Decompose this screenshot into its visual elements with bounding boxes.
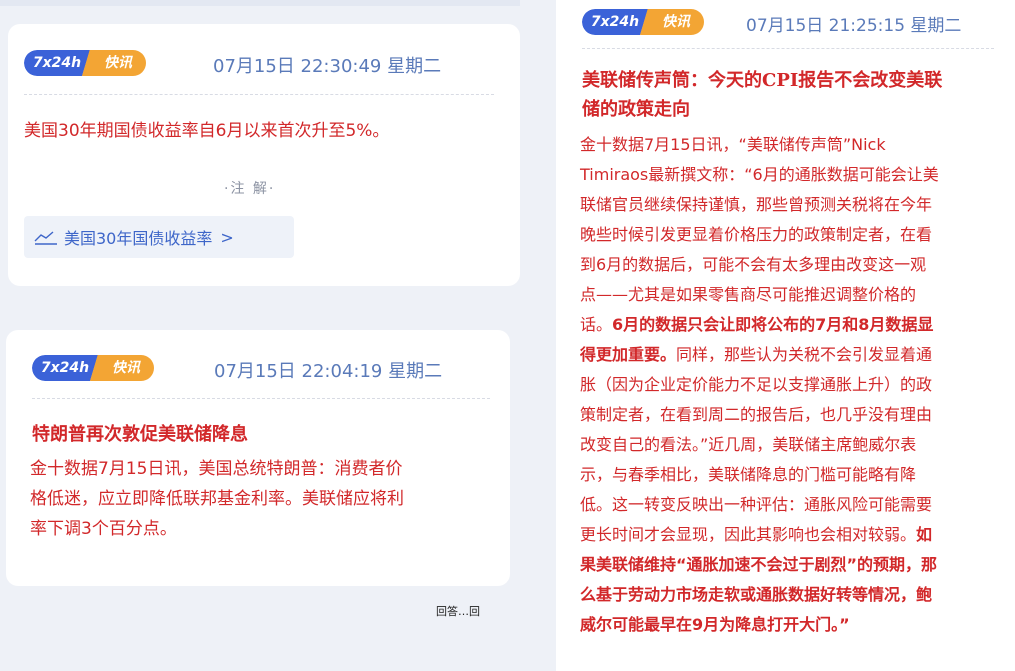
text-segment: 话。 bbox=[580, 315, 613, 334]
news-timestamp: 07月15日 21:25:15 星期二 bbox=[746, 16, 962, 36]
body-line: 金十数据7月15日讯，美国总统特朗普：消费者价 bbox=[30, 459, 403, 479]
body-line: 威尔可能最早在9月为降息打开大门。” bbox=[580, 610, 939, 640]
chevron-right-icon: > bbox=[220, 227, 234, 247]
badge-left-label: 7x24h bbox=[582, 9, 648, 35]
bold-segment: 如 bbox=[916, 525, 933, 544]
title-line: 美联储传声筒：今天的CPI报告不会改变美联 bbox=[582, 70, 943, 91]
body-line: 果美联储维持“通胀加速不会过于剧烈”的预期，那 bbox=[580, 550, 939, 580]
badge-left-label: 7x24h bbox=[24, 50, 90, 76]
flash-news-badge: 7x24h 快讯 bbox=[24, 50, 146, 76]
body-line: 更长时间才会显现，因此其影响也会相对较弱。如 bbox=[580, 520, 939, 550]
text-segment: 金十数据7月15日讯，“美联储传声筒”Nick bbox=[580, 135, 886, 154]
badge-right-label: 快讯 bbox=[82, 50, 146, 76]
news-text[interactable]: 美国30年期国债收益率自6月以来首次升至5%。 bbox=[24, 116, 389, 146]
bold-segment: 威尔可能最早在9月为降息打开大门。” bbox=[580, 615, 850, 634]
related-indicator-link[interactable]: 美国30年国债收益率 > bbox=[24, 216, 294, 258]
fragment-text: 回答…回 bbox=[436, 605, 480, 618]
text-segment: 策制定者，在看到周二的报告后，也几乎没有理由 bbox=[580, 405, 933, 424]
body-line: 到6月的数据后，可能不会有太多理由改变这一观 bbox=[580, 250, 939, 280]
body-line: 率下调3个百分点。 bbox=[30, 519, 177, 539]
flash-news-badge: 7x24h 快讯 bbox=[582, 9, 704, 35]
top-strip bbox=[0, 0, 520, 6]
text-segment: 晚些时候引发更显着价格压力的政策制定者，在看 bbox=[580, 225, 933, 244]
bold-segment: 得更加重要。 bbox=[580, 345, 677, 364]
body-line: 改变自己的看法。”近几周，美联储主席鲍威尔表 bbox=[580, 430, 939, 460]
annotation-label: ·注 解· bbox=[224, 181, 276, 197]
card-divider bbox=[582, 48, 994, 49]
body-line: 示，与春季相比，美联储降息的门槛可能略有降 bbox=[580, 460, 939, 490]
text-segment: 同样，那些认为关税不会引发显着通 bbox=[676, 345, 933, 364]
body-line: 联储官员继续保持谨慎，那些曾预测关税将在今年 bbox=[580, 190, 939, 220]
news-card-1: 7x24h 快讯 07月15日 22:30:49 星期二 美国30年期国债收益率… bbox=[8, 24, 520, 286]
badge-right-label: 快讯 bbox=[640, 9, 704, 35]
body-line: 格低迷，应立即降低联邦基金利率。美联储应将利 bbox=[30, 489, 404, 509]
news-card-3: 7x24h 快讯 07月15日 21:25:15 星期二 美联储传声筒：今天的C… bbox=[556, 0, 1015, 671]
body-line: 金十数据7月15日讯，“美联储传声筒”Nick bbox=[580, 130, 939, 160]
badge-left-label: 7x24h bbox=[32, 355, 98, 381]
bold-segment: 果美联储维持“通胀加速不会过于剧烈”的预期，那 bbox=[580, 555, 938, 574]
news-title[interactable]: 美联储传声筒：今天的CPI报告不会改变美联 储的政策走向 bbox=[582, 66, 942, 124]
body-line: 话。6月的数据只会让即将公布的7月和8月数据显 bbox=[580, 310, 939, 340]
news-timestamp: 07月15日 22:04:19 星期二 bbox=[214, 361, 443, 382]
body-line: 低。这一转变反映出一种评估：通胀风险可能需要 bbox=[580, 490, 939, 520]
badge-right-label: 快讯 bbox=[90, 355, 154, 381]
text-segment: 低。这一转变反映出一种评估：通胀风险可能需要 bbox=[580, 495, 933, 514]
news-body: 金十数据7月15日讯，“美联储传声筒”Nick Timiraos最新撰文称：“6月… bbox=[580, 130, 939, 640]
text-segment: 联储官员继续保持谨慎，那些曾预测关税将在今年 bbox=[580, 195, 933, 214]
bold-segment: 6月的数据只会让即将公布的7月和8月数据显 bbox=[612, 315, 934, 334]
news-timestamp: 07月15日 22:30:49 星期二 bbox=[213, 56, 442, 77]
text-segment: Timiraos最新撰文称：“6月的通胀数据可能会让美 bbox=[580, 165, 939, 184]
flash-news-badge: 7x24h 快讯 bbox=[32, 355, 154, 381]
body-line: 得更加重要。同样，那些认为关税不会引发显着通 bbox=[580, 340, 939, 370]
title-line: 储的政策走向 bbox=[582, 99, 690, 120]
body-line: 么基于劳动力市场走软或通胀数据好转等情况，鲍 bbox=[580, 580, 939, 610]
link-label: 美国30年国债收益率 bbox=[64, 229, 213, 248]
news-body: 金十数据7月15日讯，美国总统特朗普：消费者价 格低迷，应立即降低联邦基金利率。… bbox=[30, 454, 404, 544]
text-segment: 改变自己的看法。”近几周，美联储主席鲍威尔表 bbox=[580, 435, 917, 454]
text-segment: 更长时间才会显现，因此其影响也会相对较弱。 bbox=[580, 525, 917, 544]
text-segment: 到6月的数据后，可能不会有太多理由改变这一观 bbox=[580, 255, 927, 274]
text-segment: 胀（因为企业定价能力不足以支撑通胀上升）的政 bbox=[580, 375, 933, 394]
text-segment: 点——尤其是如果零售商尽可能推迟调整价格的 bbox=[580, 285, 917, 304]
bold-segment: 么基于劳动力市场走软或通胀数据好转等情况，鲍 bbox=[580, 585, 933, 604]
news-card-2: 7x24h 快讯 07月15日 22:04:19 星期二 特朗普再次敦促美联储降… bbox=[6, 330, 510, 586]
body-line: 点——尤其是如果零售商尽可能推迟调整价格的 bbox=[580, 280, 939, 310]
body-line: 晚些时候引发更显着价格压力的政策制定者，在看 bbox=[580, 220, 939, 250]
body-line: 策制定者，在看到周二的报告后，也几乎没有理由 bbox=[580, 400, 939, 430]
card-divider bbox=[24, 94, 494, 95]
card-divider bbox=[32, 398, 490, 399]
line-chart-icon bbox=[34, 231, 57, 245]
body-line: Timiraos最新撰文称：“6月的通胀数据可能会让美 bbox=[580, 160, 939, 190]
body-line: 胀（因为企业定价能力不足以支撑通胀上升）的政 bbox=[580, 370, 939, 400]
text-segment: 示，与春季相比，美联储降息的门槛可能略有降 bbox=[580, 465, 917, 484]
news-title[interactable]: 特朗普再次敦促美联储降息 bbox=[32, 420, 248, 449]
